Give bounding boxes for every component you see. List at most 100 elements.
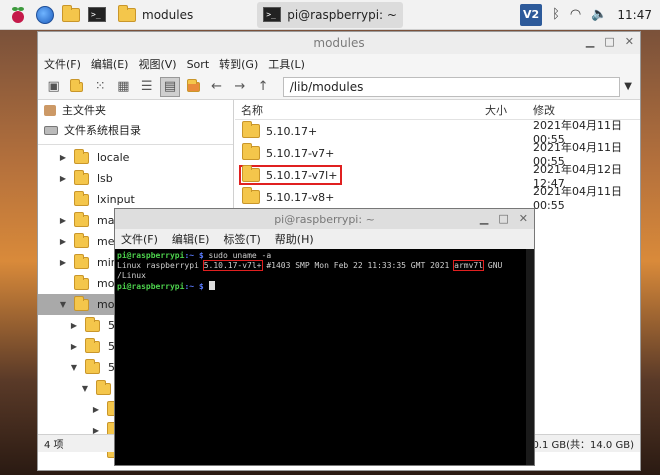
browser-icon[interactable]	[36, 5, 54, 24]
arch-highlight: armv7l	[453, 260, 485, 271]
menu-edit[interactable]: 编辑(E)	[91, 56, 129, 72]
chevron-right-icon[interactable]: ▶	[58, 237, 68, 246]
output-suffix: GNU	[483, 261, 503, 270]
new-folder-icon[interactable]	[67, 77, 86, 97]
terminal-output[interactable]: pi@raspberrypi:~ $ sudo uname -a Linux r…	[115, 249, 534, 294]
side-pane-icon[interactable]: ▣	[44, 77, 63, 97]
terminal-menu-tabs[interactable]: 标签(T)	[223, 231, 260, 247]
sidebar-item-label: 文件系统根目录	[64, 124, 141, 137]
folder-icon	[74, 190, 89, 206]
tree-node[interactable]: ▶ lsb	[38, 168, 233, 189]
menu-file[interactable]: 文件(F)	[44, 56, 81, 72]
free-space: 0.1 GB(共：14.0 GB)	[532, 440, 634, 451]
home-folder-icon[interactable]	[184, 77, 203, 97]
top-panel: >_ modules >_ pi@raspberrypi: ~ V2 ᛒ ◠ 🔈…	[0, 0, 660, 30]
file-name: 5.10.17+	[266, 124, 318, 138]
icon-view-icon[interactable]: ⁙	[91, 77, 110, 97]
chevron-right-icon[interactable]: ▶	[58, 216, 68, 225]
maximize-icon[interactable]: □	[498, 212, 508, 225]
chevron-right-icon[interactable]: ▶	[69, 342, 79, 351]
tree-node-label: lsb	[97, 172, 113, 185]
folder-icon	[85, 316, 100, 332]
taskbar-item-modules[interactable]: modules	[112, 2, 199, 28]
folder-icon	[96, 379, 111, 395]
tree-node-label: lxinput	[97, 193, 135, 206]
disk-icon	[44, 125, 58, 135]
terminal-launcher[interactable]: >_	[88, 2, 106, 28]
prompt-user: pi@raspberrypi	[117, 282, 185, 291]
column-name-header[interactable]: 名称	[235, 102, 485, 118]
path-input[interactable]: /lib/modules	[282, 76, 621, 97]
tree-node[interactable]: lxinput	[38, 189, 233, 210]
terminal-title: pi@raspberrypi: ~	[274, 212, 375, 226]
minimize-icon[interactable]: ▁	[586, 35, 594, 48]
chevron-right-icon[interactable]: ▶	[58, 258, 68, 267]
close-icon[interactable]: ✕	[625, 35, 634, 48]
sidebar-item-root[interactable]: 文件系统根目录	[38, 120, 233, 140]
taskbar-item-label: modules	[142, 7, 194, 22]
output-mid: #1403 SMP Mon Feb 22 11:33:35 GMT 2021	[261, 261, 455, 270]
terminal-scrollbar[interactable]	[526, 249, 534, 465]
volume-icon[interactable]: 🔈	[591, 7, 607, 22]
folder-icon	[74, 169, 89, 185]
menu-sort[interactable]: Sort	[187, 58, 210, 71]
file-name: 5.10.17-v7+	[266, 146, 335, 160]
vnc-icon[interactable]: V2	[520, 3, 543, 26]
terminal-menu-edit[interactable]: 编辑(E)	[172, 231, 210, 247]
prompt-path: :~ $	[184, 251, 204, 260]
folder-icon	[62, 4, 80, 22]
menu-go[interactable]: 转到(G)	[219, 56, 258, 72]
file-row[interactable]: 5.10.17-v8+ 2021年04月11日 00:55	[235, 185, 640, 212]
raspberry-menu-button[interactable]	[8, 5, 28, 25]
terminal-titlebar[interactable]: pi@raspberrypi: ~ ▁ □ ✕	[115, 209, 534, 229]
column-modified-header[interactable]: 修改	[525, 102, 640, 118]
file-name-cell: 5.10.17+	[235, 121, 485, 139]
chevron-down-icon[interactable]: ▼	[624, 81, 632, 92]
chevron-right-icon[interactable]: ▶	[69, 321, 79, 330]
divider	[38, 144, 233, 145]
tree-node-label: locale	[97, 151, 130, 164]
minimize-icon[interactable]: ▁	[480, 212, 488, 225]
folder-icon	[242, 187, 260, 204]
folder-icon	[85, 337, 100, 353]
terminal-icon: >_	[263, 7, 282, 22]
chevron-right-icon[interactable]: ▶	[91, 405, 101, 414]
window-title: modules	[313, 36, 365, 50]
highlighted-file: 5.10.17-v7l+	[238, 165, 343, 185]
menu-tools[interactable]: 工具(L)	[268, 56, 305, 72]
chevron-right-icon[interactable]: ▶	[58, 153, 68, 162]
taskbar-item-terminal[interactable]: >_ pi@raspberrypi: ~	[257, 1, 403, 28]
file-modified-cell: 2021年04月11日 00:55	[533, 184, 622, 212]
chevron-right-icon[interactable]: ▶	[58, 174, 68, 183]
back-arrow-icon[interactable]: ←	[207, 77, 226, 97]
menu-view[interactable]: 视图(V)	[138, 56, 176, 72]
sidebar-item-home[interactable]: 主文件夹	[38, 100, 233, 120]
chevron-down-icon[interactable]: ▼	[58, 300, 68, 309]
up-arrow-icon[interactable]: ↑	[253, 77, 272, 97]
compact-view-icon[interactable]: ☰	[137, 77, 156, 97]
raspberry-icon	[12, 6, 24, 23]
chevron-down-icon[interactable]: ▼	[80, 384, 90, 393]
wifi-icon[interactable]: ◠	[570, 7, 581, 22]
column-size-header[interactable]: 大小	[485, 102, 525, 118]
file-entry: 5.10.17+	[241, 121, 320, 139]
close-icon[interactable]: ✕	[519, 212, 528, 225]
list-view-icon[interactable]: ▤	[160, 76, 180, 97]
file-manager-launcher[interactable]	[62, 2, 80, 28]
folder-icon	[74, 232, 89, 248]
tree-node[interactable]: ▶ locale	[38, 147, 233, 168]
bluetooth-icon[interactable]: ᛒ	[552, 7, 560, 22]
item-count: 4 项	[44, 440, 64, 451]
folder-icon	[74, 295, 89, 311]
terminal-menu-file[interactable]: 文件(F)	[121, 231, 158, 247]
folder-icon	[118, 4, 136, 22]
window-titlebar[interactable]: modules ▁ □ ✕	[38, 32, 640, 54]
maximize-icon[interactable]: □	[604, 35, 614, 48]
output-line2: /Linux	[117, 271, 146, 280]
chevron-down-icon[interactable]: ▼	[69, 363, 79, 372]
terminal-menu-help[interactable]: 帮助(H)	[275, 231, 314, 247]
thumbnail-view-icon[interactable]: ▦	[114, 77, 133, 97]
folder-icon	[242, 165, 260, 182]
forward-arrow-icon[interactable]: →	[230, 77, 249, 97]
clock: 11:47	[617, 7, 652, 22]
